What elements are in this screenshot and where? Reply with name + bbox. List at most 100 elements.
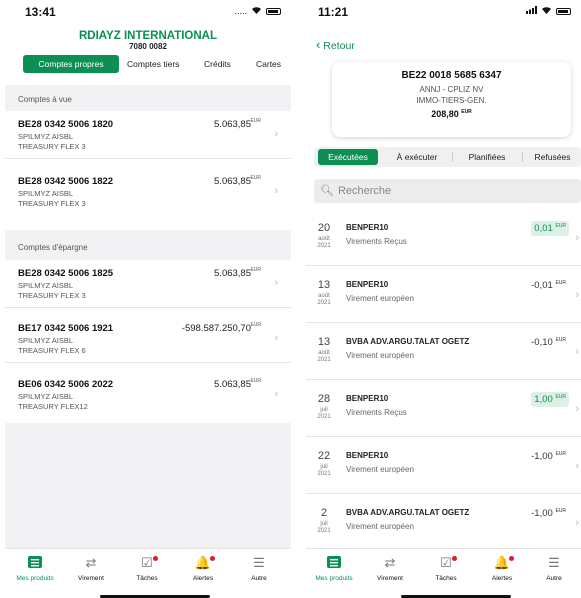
tx-day: 2: [320, 507, 328, 519]
search-input[interactable]: 🔍︎ Recherche: [314, 179, 581, 203]
account-iban: BE28 0342 5006 1820: [18, 119, 114, 130]
tx-year: 2021: [317, 528, 331, 534]
account-holder: SPILMYZ AISBL: [18, 392, 74, 401]
tx-month: juil: [320, 521, 328, 527]
transactions-screen: 11:21 ‹ Retour BE22 0018 5685 6347 ANNJ …: [306, 0, 581, 598]
tx-month: août: [318, 350, 330, 356]
tx-amount: 0,01 EUR: [531, 221, 569, 237]
status-segmented-control: Exécutées À exécuter Planifiées Refusées: [314, 147, 581, 167]
hamburger-menu-icon: ☰: [253, 555, 265, 570]
transaction-row[interactable]: 20 août 2021 BENPER10 Virements Reçus 0,…: [306, 210, 581, 266]
tab-credits[interactable]: Crédits: [204, 55, 231, 73]
transaction-row[interactable]: 22 juil 2021 BENPER10 Virement européen …: [306, 438, 581, 494]
tx-amount-value: -0,01: [531, 280, 553, 292]
tx-amount-value: -0,10: [531, 337, 553, 349]
status-time: 11:21: [318, 5, 349, 19]
segment-planifiees[interactable]: Planifiées: [454, 149, 520, 165]
transaction-row[interactable]: 28 juil 2021 BENPER10 Virements Reçus 1,…: [306, 381, 581, 437]
account-product: TREASURY FLEX 3: [18, 142, 86, 151]
list-icon: [308, 555, 360, 575]
nav-label: Alertes: [491, 575, 513, 582]
account-iban: BE28 0342 5006 1822: [18, 176, 114, 187]
balance-value: 208,80: [431, 109, 459, 119]
account-holder: SPILMYZ AISBL: [18, 132, 74, 141]
section-header: Comptes d'épargne: [5, 230, 291, 260]
company-number: 7080 0082: [129, 42, 167, 51]
nav-autre[interactable]: ☰ Autre: [233, 555, 285, 582]
tx-currency: EUR: [555, 508, 566, 514]
nav-mes-produits[interactable]: Mes produits: [9, 555, 61, 582]
account-iban: BE17 0342 5006 1921: [18, 323, 114, 334]
nav-label: Tâches: [136, 575, 158, 582]
account-row[interactable]: BE28 0342 5006 1820 SPILMYZ AISBL TREASU…: [5, 111, 291, 159]
nav-alertes[interactable]: 🔔 Alertes: [476, 555, 528, 582]
account-currency: EUR: [250, 175, 261, 181]
account-iban: BE06 0342 5006 2022: [18, 379, 114, 390]
account-holder: SPILMYZ AISBL: [18, 189, 74, 198]
nav-taches[interactable]: ☑ Tâches: [121, 555, 173, 582]
account-row[interactable]: BE06 0342 5006 2022 SPILMYZ AISBL TREASU…: [5, 371, 291, 423]
section-header: Comptes à vue: [5, 85, 291, 111]
tab-comptes-tiers[interactable]: Comptes tiers: [127, 55, 179, 73]
nav-virement[interactable]: ⇄ Virement: [65, 555, 117, 582]
checkbox-icon: ☑: [420, 555, 472, 575]
account-row[interactable]: BE28 0342 5006 1822 SPILMYZ AISBL TREASU…: [5, 168, 291, 216]
wifi-icon: [541, 6, 552, 16]
tab-cartes[interactable]: Cartes: [256, 55, 281, 73]
segment-a-executer[interactable]: À exécuter: [384, 149, 450, 165]
segment-divider: [452, 152, 453, 162]
nav-alertes[interactable]: 🔔 Alertes: [177, 555, 229, 582]
signal-icon: [526, 6, 537, 16]
tx-name: BENPER10: [346, 451, 389, 460]
notification-badge: [153, 556, 158, 561]
account-product: TREASURY FLEX 6: [18, 346, 86, 355]
segment-refusees[interactable]: Refusées: [524, 149, 581, 165]
tab-comptes-propres[interactable]: Comptes propres: [23, 55, 119, 73]
tx-year: 2021: [317, 471, 331, 477]
tx-name: BVBA ADV.ARGU.TALAT OGETZ: [346, 508, 470, 517]
nav-label: Autre: [546, 575, 562, 582]
account-amount: 5.063,85: [214, 119, 251, 130]
account-row[interactable]: BE28 0342 5006 1825 SPILMYZ AISBL TREASU…: [5, 260, 291, 308]
nav-autre[interactable]: ☰ Autre: [528, 555, 580, 582]
back-button[interactable]: ‹ Retour: [316, 37, 355, 52]
tx-month: août: [318, 293, 330, 299]
notification-badge: [509, 556, 514, 561]
chevron-right-icon: ›: [575, 460, 579, 472]
balance-currency: EUR: [461, 109, 472, 115]
transaction-row[interactable]: 13 août 2021 BVBA ADV.ARGU.TALAT OGETZ V…: [306, 324, 581, 380]
tx-month: août: [318, 236, 330, 242]
transaction-row[interactable]: 2 juil 2021 BVBA ADV.ARGU.TALAT OGETZ Vi…: [306, 495, 581, 551]
tx-description: Virements Reçus: [346, 408, 407, 417]
nav-taches[interactable]: ☑ Tâches: [420, 555, 472, 582]
tx-day: 13: [317, 279, 331, 291]
nav-mes-produits[interactable]: Mes produits: [308, 555, 360, 582]
tx-day: 20: [317, 222, 331, 234]
tx-amount: -0,10 EUR: [528, 335, 569, 350]
notification-badge: [210, 556, 215, 561]
chevron-right-icon: ›: [274, 128, 278, 140]
account-currency: EUR: [250, 322, 261, 328]
tx-description: Virement européen: [346, 522, 414, 531]
segment-divider: [522, 152, 523, 162]
tx-amount-value: 1,00: [534, 394, 553, 406]
account-subname: IMMO-TIERS-GEN.: [416, 96, 487, 105]
accounts-screen: 13:41 ..... RDIAYZ INTERNATIONAL 7080 00…: [5, 0, 291, 598]
tx-description: Virements Reçus: [346, 237, 407, 246]
transaction-row[interactable]: 13 août 2021 BENPER10 Virement européen …: [306, 267, 581, 323]
status-bar: 11:21: [306, 0, 581, 22]
nav-virement[interactable]: ⇄ Virement: [364, 555, 416, 582]
account-product: TREASURY FLEX12: [18, 402, 88, 411]
account-amount: 5.063,85: [214, 379, 251, 390]
segment-executees[interactable]: Exécutées: [318, 149, 378, 165]
tx-amount: -1,00 EUR: [528, 449, 569, 464]
nav-label: Autre: [251, 575, 267, 582]
tx-year: 2021: [317, 357, 331, 363]
list-icon: [9, 555, 61, 575]
tx-description: Virement européen: [346, 465, 414, 474]
signal-icon: .....: [234, 6, 247, 16]
tx-name: BENPER10: [346, 280, 389, 289]
account-row[interactable]: BE17 0342 5006 1921 SPILMYZ AISBL TREASU…: [5, 315, 291, 363]
tx-name: BENPER10: [346, 223, 389, 232]
account-amount: -598.587.250,70: [181, 323, 251, 334]
